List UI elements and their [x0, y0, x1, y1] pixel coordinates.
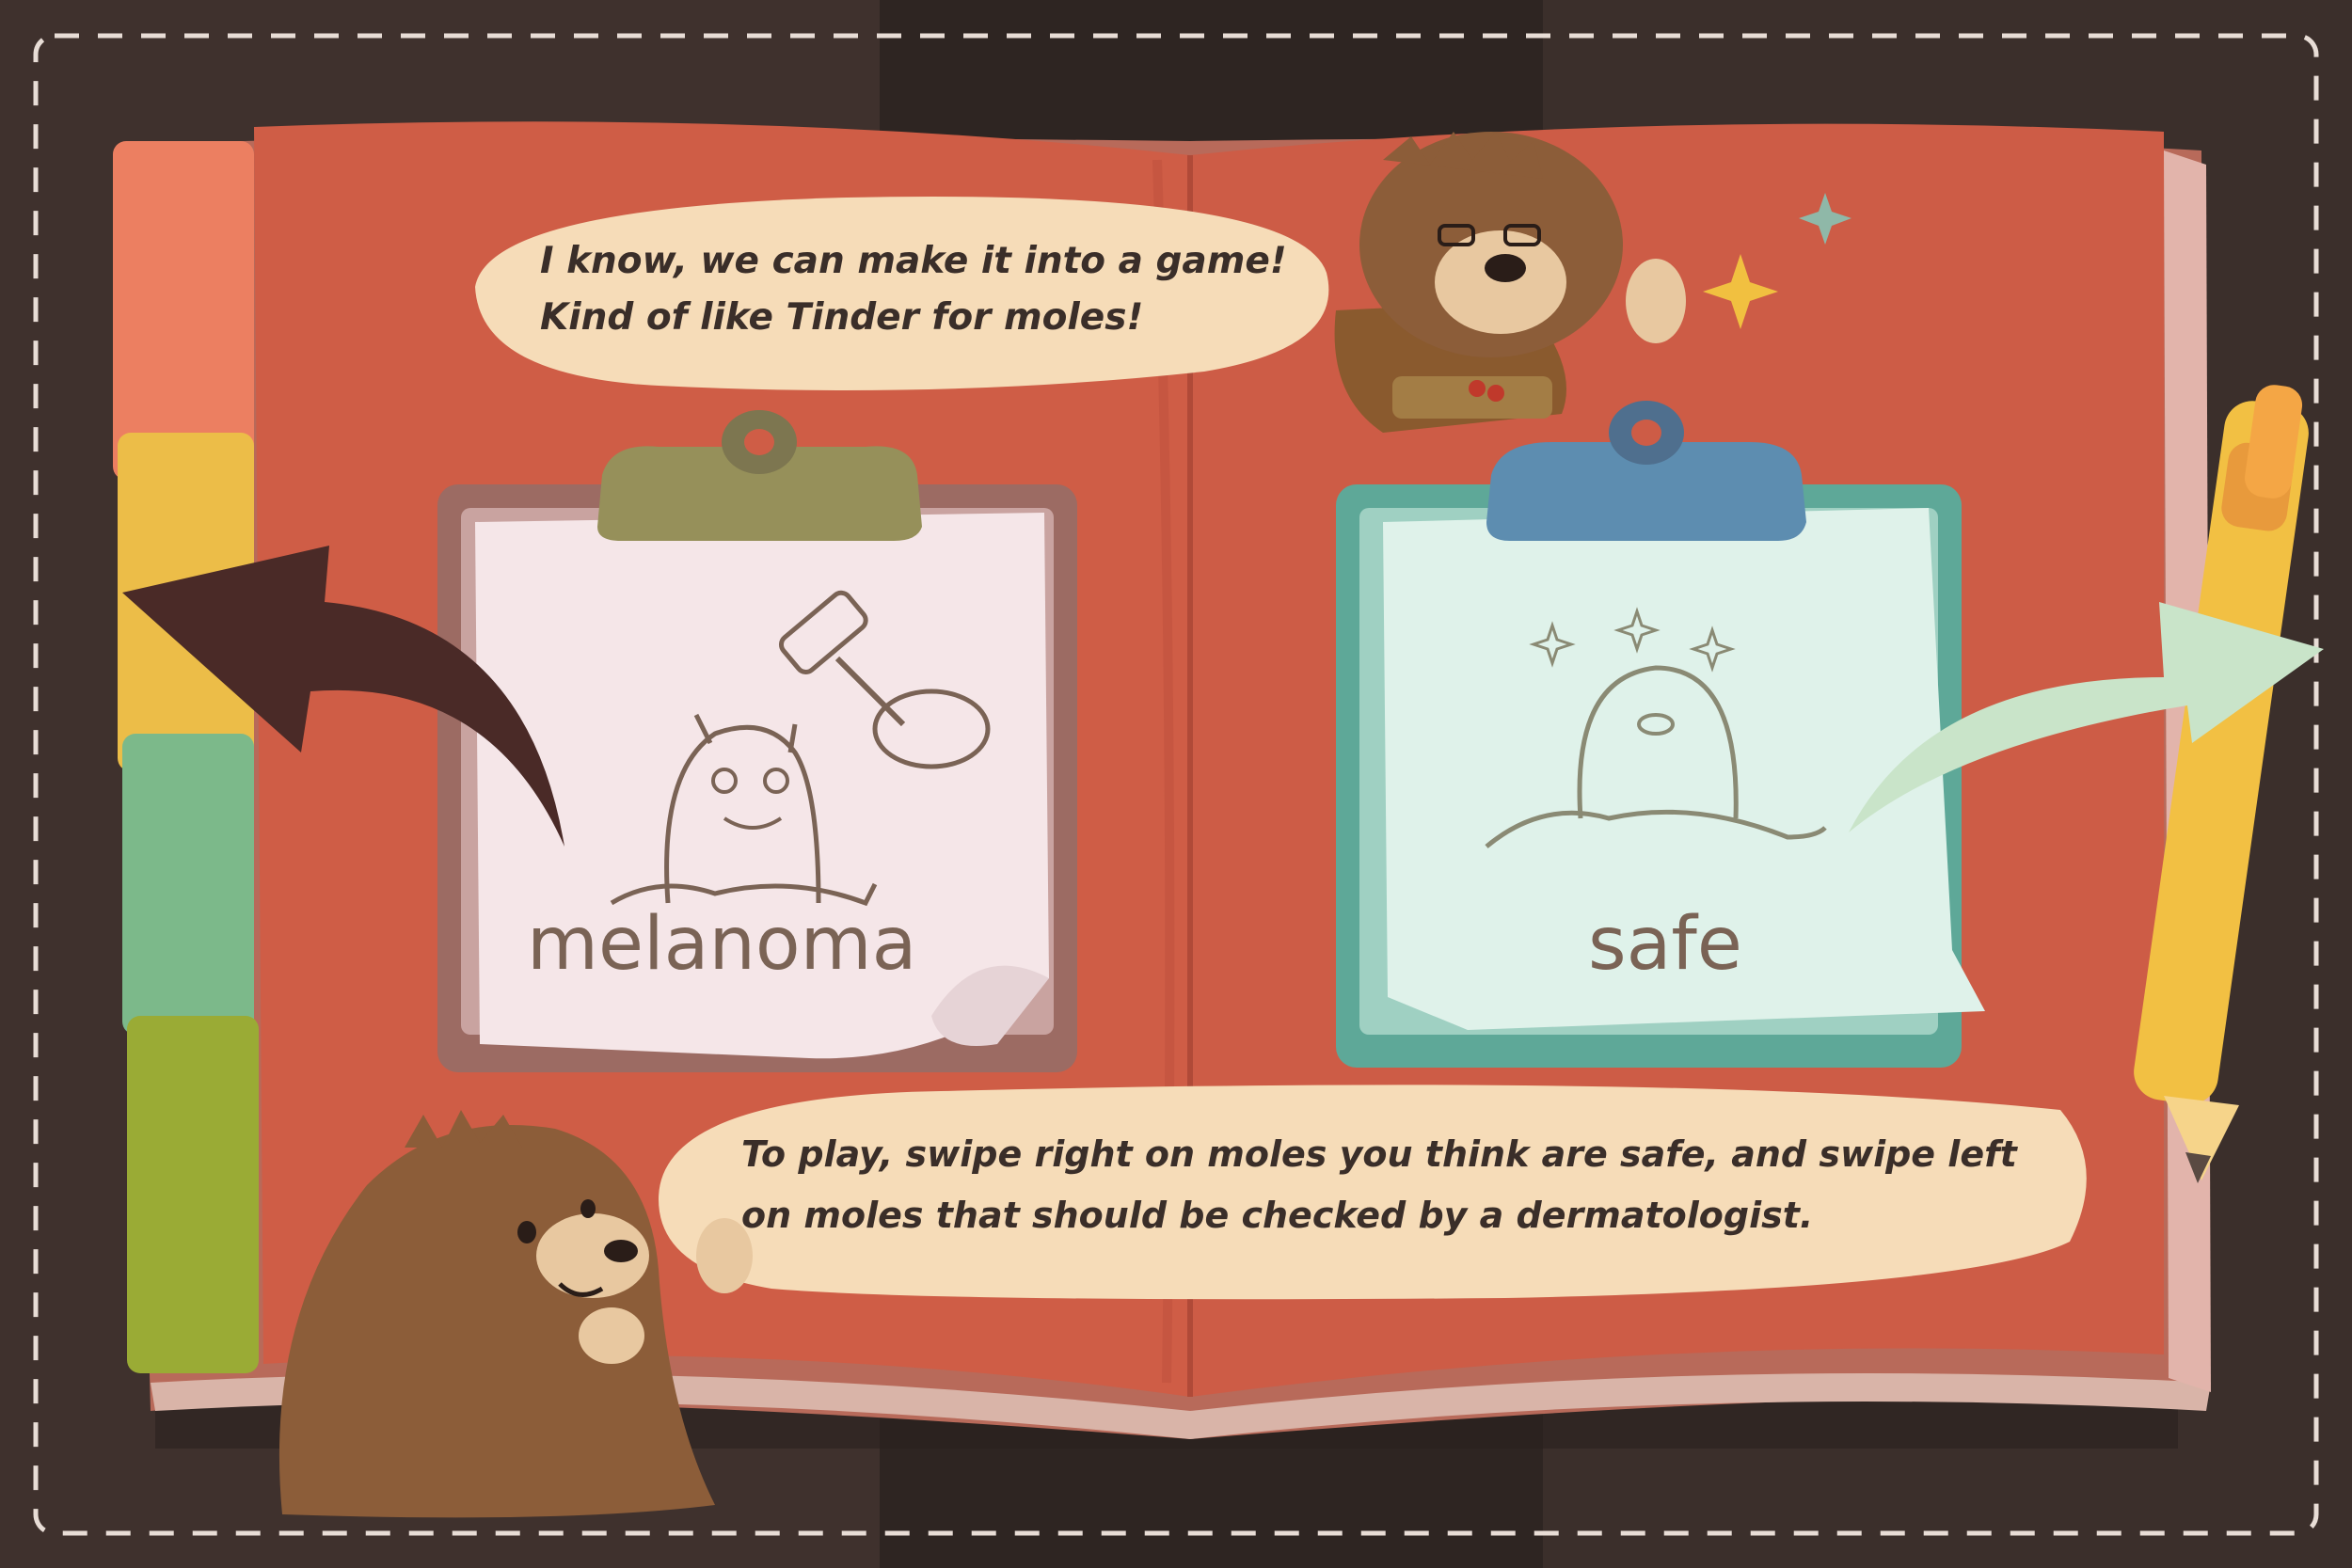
- game-scene: I know, we can make it into a game! Kind…: [0, 0, 2352, 1568]
- safe-card[interactable]: safe: [1336, 401, 1985, 1068]
- melanoma-card[interactable]: melanoma: [437, 410, 1077, 1072]
- bottom-speech-bubble: To play, swipe right on moles you think …: [659, 1085, 2087, 1300]
- bottom-dialogue-line1: To play, swipe right on moles you think …: [741, 1133, 2019, 1175]
- melanoma-label: melanoma: [527, 902, 916, 987]
- tab-orange[interactable]: [113, 141, 254, 480]
- top-dialogue-line2: Kind of like Tinder for moles!: [540, 296, 1143, 339]
- top-dialogue-line1: I know, we can make it into a game!: [540, 240, 1287, 282]
- top-speech-bubble: I know, we can make it into a game! Kind…: [475, 197, 1329, 390]
- tab-green[interactable]: [122, 734, 254, 1035]
- bottom-dialogue-line2: on moles that should be checked by a der…: [741, 1195, 1813, 1236]
- tab-olive[interactable]: [127, 1016, 259, 1373]
- safe-label: safe: [1588, 902, 1742, 987]
